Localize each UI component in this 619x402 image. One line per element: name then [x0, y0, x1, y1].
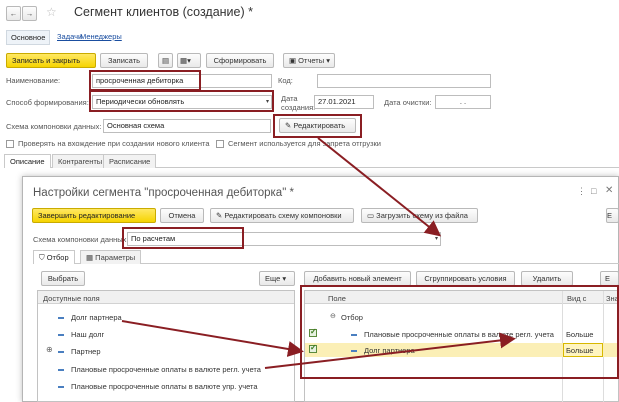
arrow-debt-to-grid: [121, 320, 304, 357]
arrow-edit-to-dialog-scheme: [317, 137, 442, 237]
arrow-planned-to-grid: [264, 332, 516, 369]
annotation-arrows: [121, 137, 516, 369]
